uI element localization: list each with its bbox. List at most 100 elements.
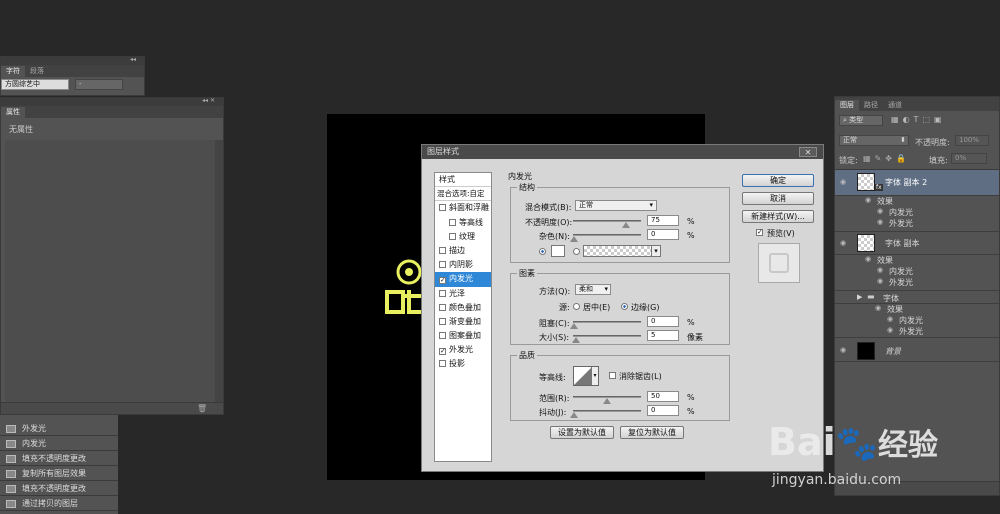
history-item[interactable]: 外发光 bbox=[0, 421, 118, 436]
history-item[interactable]: 内发光 bbox=[0, 436, 118, 451]
pixel-filter-icon[interactable]: ▦ bbox=[891, 115, 903, 124]
contour-picker[interactable]: ▾ bbox=[573, 366, 599, 386]
lock-transparent-icon[interactable]: ▦ bbox=[863, 154, 875, 163]
lock-all-icon[interactable]: 🔒 bbox=[896, 154, 910, 163]
cancel-button[interactable]: 取消 bbox=[742, 192, 814, 205]
style-item[interactable]: 斜面和浮雕 bbox=[435, 201, 491, 215]
effect-row[interactable]: ◉ 外发光 bbox=[835, 277, 999, 289]
reset-default-button[interactable]: 复位为默认值 bbox=[620, 426, 684, 439]
trash-icon[interactable]: 🗑 bbox=[197, 404, 207, 413]
fill-input[interactable]: 0% bbox=[951, 153, 987, 164]
smart-filter-icon[interactable]: ▣ bbox=[934, 115, 946, 124]
tab-paragraph[interactable]: 段落 bbox=[25, 66, 49, 77]
visibility-eye-icon[interactable]: ◉ bbox=[840, 178, 846, 186]
style-checkbox[interactable] bbox=[439, 360, 446, 368]
preview-checkbox[interactable]: ✓ bbox=[756, 229, 763, 236]
noise-input[interactable]: 0 bbox=[647, 229, 679, 240]
style-checkbox[interactable]: ✓ bbox=[439, 348, 446, 356]
history-item[interactable]: 填充不透明度更改 bbox=[0, 451, 118, 466]
effect-row[interactable]: ◉ 外发光 bbox=[835, 326, 999, 338]
layer-filter-select[interactable]: ⌕ 类型 bbox=[839, 115, 883, 126]
size-slider-thumb[interactable] bbox=[572, 337, 580, 343]
scrollbar[interactable] bbox=[215, 140, 223, 402]
tab-channels[interactable]: 通道 bbox=[883, 100, 907, 111]
choke-slider-thumb[interactable] bbox=[570, 323, 578, 329]
visibility-eye-icon[interactable]: ◉ bbox=[887, 326, 893, 334]
set-default-button[interactable]: 设置为默认值 bbox=[550, 426, 614, 439]
blend-mode-select[interactable]: 正常 ⬍ bbox=[839, 135, 909, 146]
layer-group-row[interactable]: ▶ ▬ 字体 bbox=[835, 290, 999, 304]
range-input[interactable]: 50 bbox=[647, 391, 679, 402]
style-item[interactable]: 图案叠加 bbox=[435, 329, 491, 343]
style-checkbox[interactable] bbox=[439, 332, 446, 340]
blend-mode-select[interactable]: 正常 ▾ bbox=[575, 200, 657, 211]
style-item[interactable]: 纹理 bbox=[435, 230, 491, 244]
opacity-slider-track[interactable] bbox=[573, 220, 641, 222]
collapse-icon[interactable]: ◂◂ bbox=[130, 56, 136, 63]
blend-options-item[interactable]: 混合选项:自定 bbox=[435, 187, 491, 202]
style-checkbox[interactable] bbox=[439, 246, 446, 254]
lock-pixels-icon[interactable]: ✎ bbox=[875, 154, 886, 163]
font-style-select[interactable]: - bbox=[75, 79, 123, 90]
style-checkbox[interactable] bbox=[439, 289, 446, 297]
shape-filter-icon[interactable]: ⬚ bbox=[922, 115, 934, 124]
style-item[interactable]: 投影 bbox=[435, 357, 491, 371]
noise-slider-thumb[interactable] bbox=[570, 236, 578, 242]
choke-slider-track[interactable] bbox=[573, 321, 641, 323]
history-item[interactable]: 复制所有图层效果 bbox=[0, 466, 118, 481]
jitter-slider-track[interactable] bbox=[573, 410, 641, 412]
visibility-eye-icon[interactable]: ◉ bbox=[877, 277, 883, 285]
tab-paths[interactable]: 路径 bbox=[859, 100, 883, 111]
style-checkbox[interactable] bbox=[449, 218, 456, 226]
glow-color-swatch[interactable] bbox=[551, 245, 565, 257]
visibility-eye-icon[interactable]: ◉ bbox=[865, 196, 871, 204]
visibility-eye-icon[interactable]: ◉ bbox=[840, 239, 846, 247]
style-checkbox[interactable] bbox=[449, 232, 456, 240]
style-item[interactable]: ✓ 外发光 bbox=[435, 343, 491, 357]
tab-properties[interactable]: 属性 bbox=[1, 107, 25, 118]
style-item[interactable]: ✓ 内发光 bbox=[435, 272, 491, 287]
noise-slider-track[interactable] bbox=[573, 234, 641, 236]
style-checkbox[interactable] bbox=[439, 261, 446, 269]
layer-row[interactable]: ◉ fx 字体 副本 2 bbox=[835, 170, 999, 196]
history-item[interactable]: 填充不透明度更改 bbox=[0, 481, 118, 496]
range-slider-thumb[interactable] bbox=[603, 398, 611, 404]
visibility-eye-icon[interactable]: ◉ bbox=[877, 266, 883, 274]
antialias-checkbox[interactable] bbox=[609, 372, 616, 379]
ok-button[interactable]: 确定 bbox=[742, 174, 814, 187]
history-item[interactable]: 通过拷贝的图层 bbox=[0, 496, 118, 511]
visibility-eye-icon[interactable]: ◉ bbox=[875, 304, 881, 312]
style-item[interactable]: 内阴影 bbox=[435, 258, 491, 272]
new-style-button[interactable]: 新建样式(W)... bbox=[742, 210, 814, 223]
style-checkbox[interactable]: ✓ bbox=[439, 277, 446, 285]
collapse-icon[interactable]: ◂◂ ✕ bbox=[202, 97, 215, 104]
tab-layers[interactable]: 图层 bbox=[835, 100, 859, 111]
method-select[interactable]: 柔和 ▾ bbox=[575, 284, 611, 295]
style-item[interactable]: 颜色叠加 bbox=[435, 301, 491, 315]
jitter-input[interactable]: 0 bbox=[647, 405, 679, 416]
style-item[interactable]: 渐变叠加 bbox=[435, 315, 491, 329]
size-slider-track[interactable] bbox=[573, 335, 641, 337]
opacity-input[interactable]: 100% bbox=[955, 135, 989, 146]
style-checkbox[interactable] bbox=[439, 303, 446, 311]
visibility-eye-icon[interactable]: ◉ bbox=[865, 255, 871, 263]
style-item[interactable]: 光泽 bbox=[435, 287, 491, 301]
opacity-input[interactable]: 75 bbox=[647, 215, 679, 226]
source-center-radio[interactable] bbox=[573, 303, 580, 310]
gradient-picker[interactable]: ▾ bbox=[583, 245, 661, 257]
layer-row[interactable]: ◉ 字体 副本 bbox=[835, 231, 999, 255]
tab-character[interactable]: 字符 bbox=[1, 66, 25, 77]
style-item[interactable]: 描边 bbox=[435, 244, 491, 258]
close-button[interactable]: ✕ bbox=[799, 147, 817, 157]
expand-triangle-icon[interactable]: ▶ bbox=[857, 293, 862, 301]
gradient-radio[interactable] bbox=[573, 248, 580, 255]
color-radio[interactable] bbox=[539, 248, 546, 255]
layer-row[interactable]: ◉ 背景 bbox=[835, 340, 999, 362]
visibility-eye-icon[interactable]: ◉ bbox=[877, 207, 883, 215]
font-name-select[interactable]: 方圆综艺中 bbox=[1, 79, 69, 90]
effect-row[interactable]: ◉ 外发光 bbox=[835, 218, 999, 230]
style-checkbox[interactable] bbox=[439, 317, 446, 325]
lock-position-icon[interactable]: ✥ bbox=[885, 154, 896, 163]
source-edge-radio[interactable] bbox=[621, 303, 628, 310]
visibility-eye-icon[interactable]: ◉ bbox=[877, 218, 883, 226]
